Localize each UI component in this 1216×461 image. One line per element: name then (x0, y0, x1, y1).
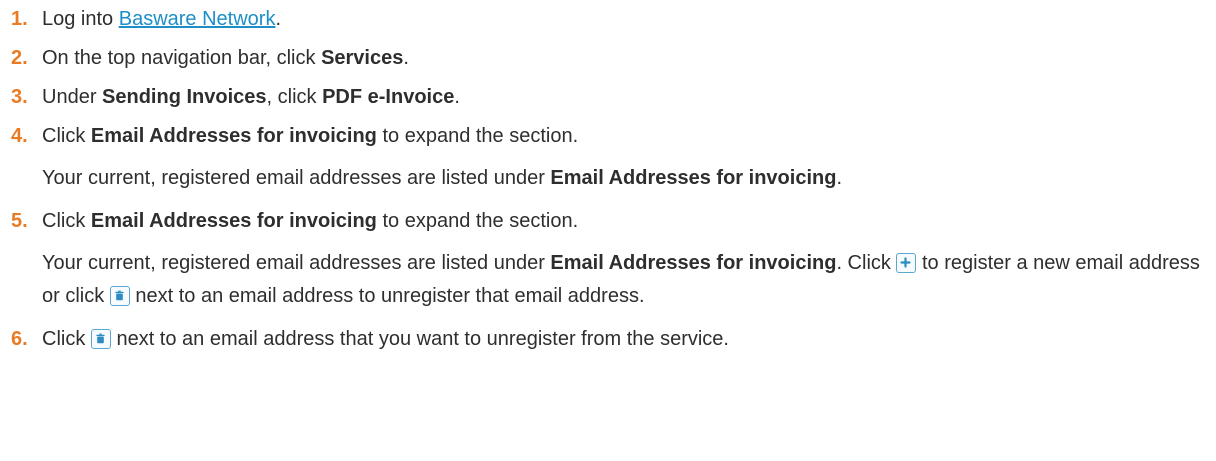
step-2: 2. On the top navigation bar, click Serv… (0, 45, 1216, 71)
step-text-end: next to an email address that you want t… (110, 328, 729, 350)
step-main-line: Click Email Addresses for invoicing to e… (42, 123, 1216, 149)
pdf-e-invoice-label: PDF e-Invoice (322, 86, 455, 108)
step-5: 5. Click Email Addresses for invoicing t… (0, 208, 1216, 313)
step-text: Log into (42, 8, 119, 30)
step-note: Your current, registered email addresses… (42, 162, 1216, 195)
services-label: Services (321, 47, 404, 69)
step-number: 1. (11, 8, 28, 30)
step-6: 6. Click next to an email address that y… (0, 326, 1216, 352)
instruction-steps: 1. Log into Basware Network. 2. On the t… (0, 0, 1216, 352)
step-number: 2. (11, 47, 28, 69)
plus-icon (896, 253, 917, 273)
email-addresses-label: Email Addresses for invoicing (550, 167, 837, 189)
step-main-line: Click Email Addresses for invoicing to e… (42, 208, 1216, 234)
step-note: Your current, registered email addresses… (42, 247, 1216, 313)
email-addresses-label: Email Addresses for invoicing (90, 125, 377, 147)
step-text-mid: , click (266, 86, 323, 108)
sending-invoices-label: Sending Invoices (102, 86, 267, 108)
step-text: Click (42, 125, 91, 147)
trash-icon (109, 286, 130, 306)
step-text: Click (42, 328, 91, 350)
step-text-end: . (403, 47, 409, 69)
trash-icon (90, 329, 111, 349)
note-text-mid: . Click (836, 252, 897, 274)
step-number: 6. (11, 328, 28, 350)
step-number: 4. (11, 125, 28, 147)
step-text-end: to expand the section. (376, 125, 579, 147)
step-text-end: to expand the section. (376, 210, 579, 232)
email-addresses-label: Email Addresses for invoicing (90, 210, 377, 232)
step-text: On the top navigation bar, click (42, 47, 322, 69)
email-addresses-label: Email Addresses for invoicing (550, 252, 837, 274)
step-text: Under (42, 86, 103, 108)
step-3: 3. Under Sending Invoices, click PDF e-I… (0, 84, 1216, 110)
step-text-end: . (275, 8, 282, 30)
step-4: 4. Click Email Addresses for invoicing t… (0, 123, 1216, 195)
note-text: Your current, registered email addresses… (42, 252, 551, 274)
step-1: 1. Log into Basware Network. (0, 6, 1216, 32)
note-text-end: . (836, 167, 842, 189)
basware-network-link[interactable]: Basware Network (119, 8, 276, 30)
note-text: Your current, registered email addresses… (42, 167, 551, 189)
note-text-end: next to an email address to unregister t… (129, 285, 645, 307)
step-text: Click (42, 210, 91, 232)
step-number: 5. (11, 210, 28, 232)
step-number: 3. (11, 86, 28, 108)
step-text-end: . (454, 86, 460, 108)
